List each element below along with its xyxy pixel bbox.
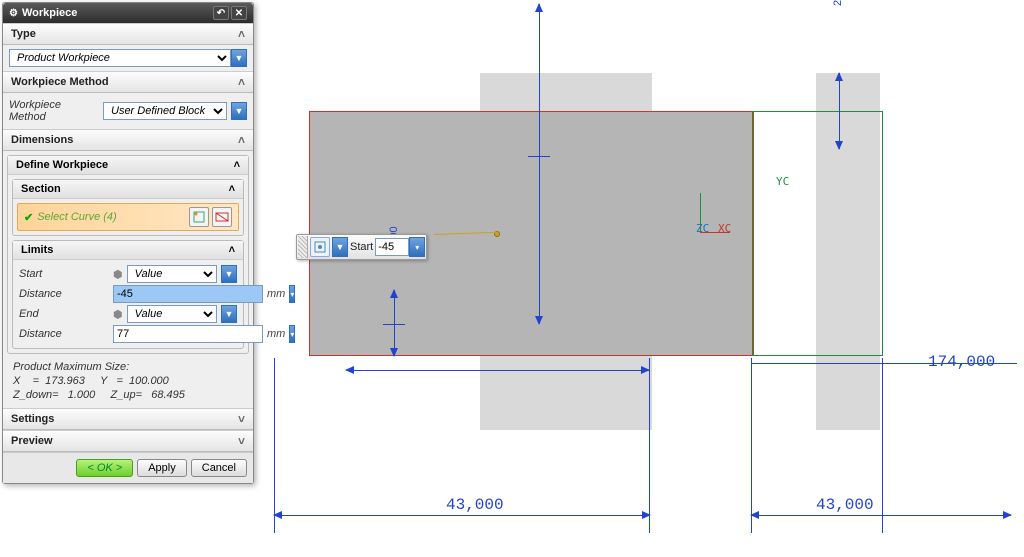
- chevron-up-icon: ˄: [238, 133, 245, 147]
- check-icon: ✔: [24, 211, 33, 224]
- dialog-title: Workpiece: [22, 7, 211, 19]
- chevron-up-icon: ˄: [229, 244, 235, 256]
- dropdown-icon[interactable]: ▼: [332, 237, 348, 257]
- start-float-widget[interactable]: ▼ Start ▾: [296, 234, 427, 260]
- sketch-icon[interactable]: [189, 207, 209, 227]
- gear-icon: ⚙: [9, 8, 18, 19]
- workpiece-dialog: ⚙ Workpiece ↶ ✕ Type ˄ Product Workpiece…: [2, 2, 254, 484]
- type-label: Type: [11, 28, 36, 40]
- dim-20-top: [839, 73, 840, 149]
- section-label: Section: [21, 183, 61, 195]
- start-dist-label: Distance: [19, 288, 109, 300]
- start-distance-input[interactable]: [113, 285, 263, 303]
- dimensions-header[interactable]: Dimensions ˄: [3, 129, 253, 151]
- type-select[interactable]: Product Workpiece: [9, 49, 231, 67]
- zc-axis-label: ZC: [696, 222, 709, 235]
- undo-button[interactable]: ↶: [213, 6, 229, 20]
- method-select[interactable]: User Defined Block: [103, 102, 227, 120]
- chevron-up-icon: ˄: [238, 75, 245, 89]
- type-header[interactable]: Type ˄: [3, 23, 253, 45]
- spinner-icon[interactable]: ▾: [409, 237, 425, 257]
- start-label: Start: [19, 268, 109, 280]
- dropdown-icon[interactable]: ▼: [231, 49, 247, 67]
- settings-header[interactable]: Settings ˅: [3, 408, 253, 430]
- end-label: End: [19, 308, 109, 320]
- define-header[interactable]: Define Workpiece ˄: [8, 156, 248, 175]
- value-icon[interactable]: [310, 237, 330, 257]
- settings-label: Settings: [11, 413, 54, 425]
- float-start-input[interactable]: [375, 238, 409, 256]
- method-header[interactable]: Workpiece Method ˄: [3, 71, 253, 93]
- define-label: Define Workpiece: [16, 159, 108, 171]
- type-body: Product Workpiece ▼: [3, 45, 253, 71]
- titlebar[interactable]: ⚙ Workpiece ↶ ✕: [3, 3, 253, 23]
- end-distance-input[interactable]: [113, 325, 263, 343]
- dim-20-top-label: 20,000: [828, 0, 846, 6]
- dimensions-body: Define Workpiece ˄ Section ˄ ✔ Select Cu…: [3, 151, 253, 408]
- dim-100-label: 100,000: [528, 0, 546, 4]
- dropdown-icon[interactable]: ▼: [221, 265, 237, 283]
- dim-100: [539, 4, 540, 324]
- grip-icon[interactable]: [298, 236, 308, 258]
- section-group: Section ˄ ✔ Select Curve (4): [12, 179, 244, 236]
- curve-rule-icon[interactable]: [212, 207, 232, 227]
- graphics-area[interactable]: YC ZC XC 100,000 20,000 174,000 20,000 4…: [256, 0, 1024, 557]
- chevron-up-icon: ˄: [234, 159, 240, 171]
- yc-axis-label: YC: [776, 175, 789, 188]
- dim-43-left: [346, 370, 649, 371]
- define-workpiece-group: Define Workpiece ˄ Section ˄ ✔ Select Cu…: [7, 155, 249, 354]
- preview-header[interactable]: Preview ˅: [3, 430, 253, 452]
- ok-button[interactable]: < OK >: [76, 459, 133, 477]
- dim-43-left-label: 43,000: [446, 496, 504, 514]
- dim-43-left-line2: [274, 515, 650, 516]
- method-body: Workpiece Method User Defined Block ▼: [3, 93, 253, 129]
- apply-button[interactable]: Apply: [137, 459, 187, 477]
- chevron-down-icon: ˅: [238, 434, 245, 448]
- close-button[interactable]: ✕: [231, 6, 247, 20]
- cancel-button[interactable]: Cancel: [191, 459, 247, 477]
- preview-label: Preview: [11, 435, 53, 447]
- dim-20-bottom: [394, 290, 395, 356]
- start-type-select[interactable]: Value: [127, 265, 217, 283]
- chevron-down-icon: ˅: [238, 412, 245, 426]
- select-curve-label: Select Curve (4): [37, 211, 186, 223]
- dim-43-right-label: 43,000: [816, 496, 874, 514]
- chevron-up-icon: ˄: [229, 183, 235, 195]
- limits-label: Limits: [21, 244, 53, 256]
- limits-group: Limits ˄ Start ⬢ Value ▼ Distance mm ▾: [12, 240, 244, 349]
- dim-43-right-line: [751, 515, 1011, 516]
- end-type-select[interactable]: Value: [127, 305, 217, 323]
- dim-174-label: 174,000: [928, 353, 995, 371]
- dimensions-label: Dimensions: [11, 134, 73, 146]
- workpiece-bounds: [752, 111, 883, 356]
- method-field-label: Workpiece Method: [9, 99, 99, 123]
- button-row: < OK > Apply Cancel: [3, 452, 253, 483]
- dropdown-icon[interactable]: ▼: [221, 305, 237, 323]
- chevron-up-icon: ˄: [238, 27, 245, 41]
- float-start-label: Start: [350, 241, 373, 253]
- xc-axis-label: XC: [718, 222, 731, 235]
- select-curve-row[interactable]: ✔ Select Curve (4): [17, 203, 239, 231]
- dropdown-icon[interactable]: ▼: [231, 102, 247, 120]
- method-label: Workpiece Method: [11, 76, 109, 88]
- product-max-size: Product Maximum Size: X = 173.963 Y = 10…: [5, 356, 251, 406]
- end-dist-label: Distance: [19, 328, 109, 340]
